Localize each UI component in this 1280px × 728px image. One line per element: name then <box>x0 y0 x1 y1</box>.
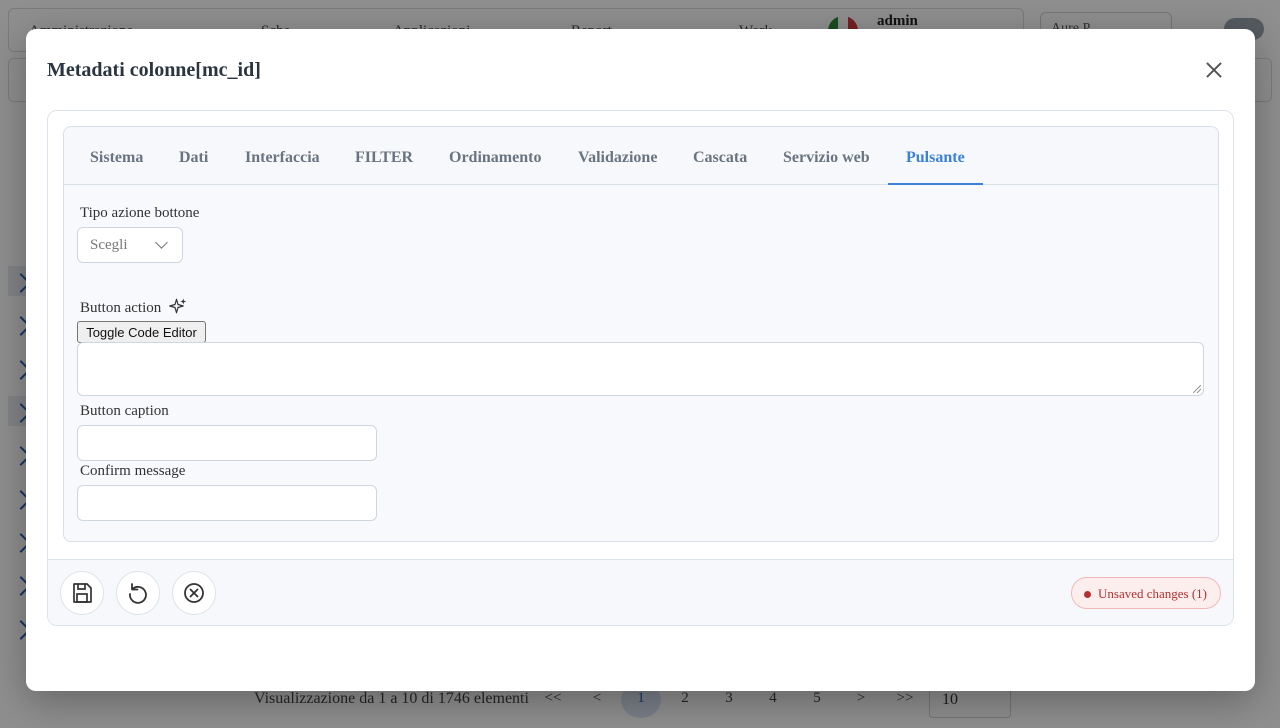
confirm-message-input[interactable] <box>77 485 377 521</box>
unsaved-changes-badge: Unsaved changes (1) <box>1071 577 1221 609</box>
close-icon[interactable] <box>1202 58 1226 82</box>
toggle-code-editor-button[interactable]: Toggle Code Editor <box>77 321 206 343</box>
tab-ordinamento[interactable]: Ordinamento <box>449 127 541 185</box>
tab-cascata[interactable]: Cascata <box>693 127 747 185</box>
sparkle-icon[interactable] <box>169 297 187 315</box>
button-caption-label: Button caption <box>80 403 169 419</box>
cancel-circle-icon <box>184 583 204 603</box>
confirm-message-label: Confirm message <box>80 463 186 479</box>
tab-dati[interactable]: Dati <box>179 127 208 185</box>
undo-icon <box>129 583 147 604</box>
tipo-azione-select[interactable]: Scegli <box>77 227 183 263</box>
save-icon <box>73 583 92 603</box>
dialog-card: Sistema Dati Interfaccia FILTER Ordiname… <box>47 110 1234 626</box>
tab-filter[interactable]: FILTER <box>355 127 413 185</box>
button-action-label: Button action <box>80 300 162 316</box>
column-metadata-dialog: Metadati colonne[mc_id] Sistema Dati Int… <box>26 29 1255 691</box>
tipo-azione-label: Tipo azione bottone <box>80 205 200 221</box>
save-button[interactable] <box>60 571 104 615</box>
tab-pulsante[interactable]: Pulsante <box>906 127 965 185</box>
unsaved-changes-text: Unsaved changes (1) <box>1098 586 1208 601</box>
dialog-title: Metadati colonne[mc_id] <box>47 59 261 81</box>
dialog-footer: Unsaved changes (1) <box>48 559 1233 625</box>
button-caption-input[interactable] <box>77 425 377 461</box>
resize-handle-icon[interactable] <box>1193 385 1201 393</box>
tab-interfaccia[interactable]: Interfaccia <box>245 127 320 185</box>
tab-pane-pulsante: Tipo azione bottone Scegli Button action… <box>64 185 1218 541</box>
undo-button[interactable] <box>116 571 160 615</box>
tipo-azione-value: Scegli <box>90 237 128 253</box>
chevron-down-icon <box>155 236 168 249</box>
tabs-container: Sistema Dati Interfaccia FILTER Ordiname… <box>63 126 1219 542</box>
cancel-button[interactable] <box>172 571 216 615</box>
tab-validazione[interactable]: Validazione <box>578 127 657 185</box>
tab-servizio-web[interactable]: Servizio web <box>783 127 870 185</box>
tab-sistema[interactable]: Sistema <box>90 127 143 185</box>
status-dot-icon <box>1084 591 1091 598</box>
button-action-textarea[interactable] <box>77 342 1204 396</box>
tab-bar: Sistema Dati Interfaccia FILTER Ordiname… <box>64 127 1218 185</box>
